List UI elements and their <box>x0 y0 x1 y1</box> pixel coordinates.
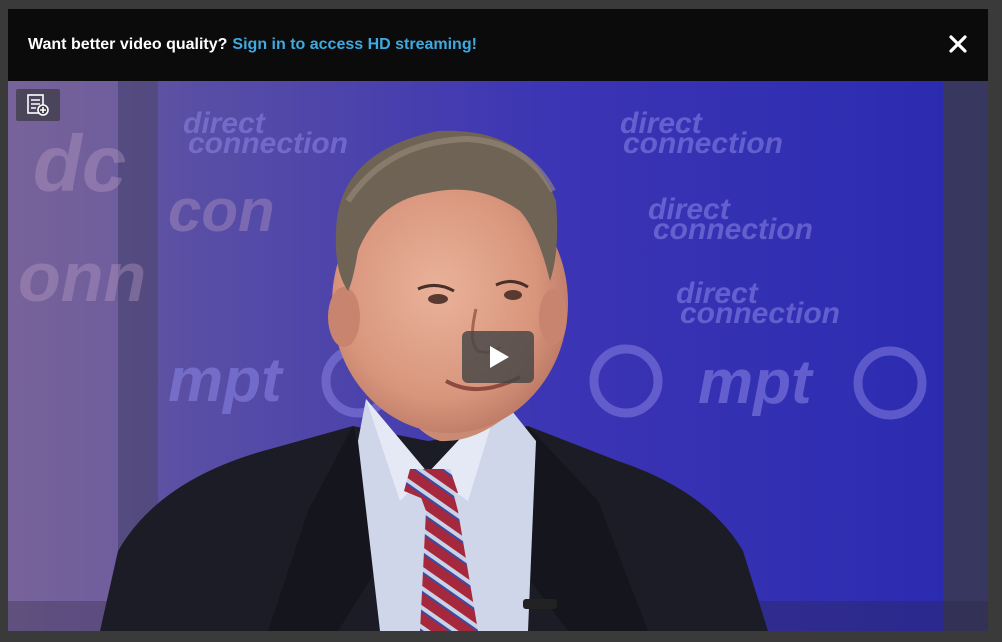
chapters-button[interactable] <box>16 89 60 121</box>
play-button[interactable] <box>462 331 534 383</box>
svg-text:mpt: mpt <box>168 346 284 415</box>
svg-text:connection: connection <box>653 213 813 246</box>
svg-text:connection: connection <box>680 297 840 330</box>
sign-in-link[interactable]: Sign in to access HD streaming! <box>232 36 477 53</box>
svg-text:con: con <box>168 177 275 244</box>
banner-message: Want better video quality? Sign in to acc… <box>28 36 477 54</box>
svg-text:dc: dc <box>33 119 126 208</box>
svg-text:onn: onn <box>18 238 146 316</box>
close-icon <box>949 35 967 53</box>
hd-upsell-banner: Want better video quality? Sign in to acc… <box>8 9 988 81</box>
video-player-modal: Want better video quality? Sign in to acc… <box>8 9 988 631</box>
svg-text:mpt: mpt <box>698 348 814 417</box>
svg-text:connection: connection <box>188 127 348 160</box>
close-button[interactable] <box>948 34 968 54</box>
svg-text:connection: connection <box>623 127 783 160</box>
play-icon <box>490 346 509 368</box>
chapters-list-icon <box>27 94 49 116</box>
video-area[interactable]: direct connection direct connection dire… <box>8 81 988 631</box>
banner-prompt: Want better video quality? <box>28 36 228 53</box>
